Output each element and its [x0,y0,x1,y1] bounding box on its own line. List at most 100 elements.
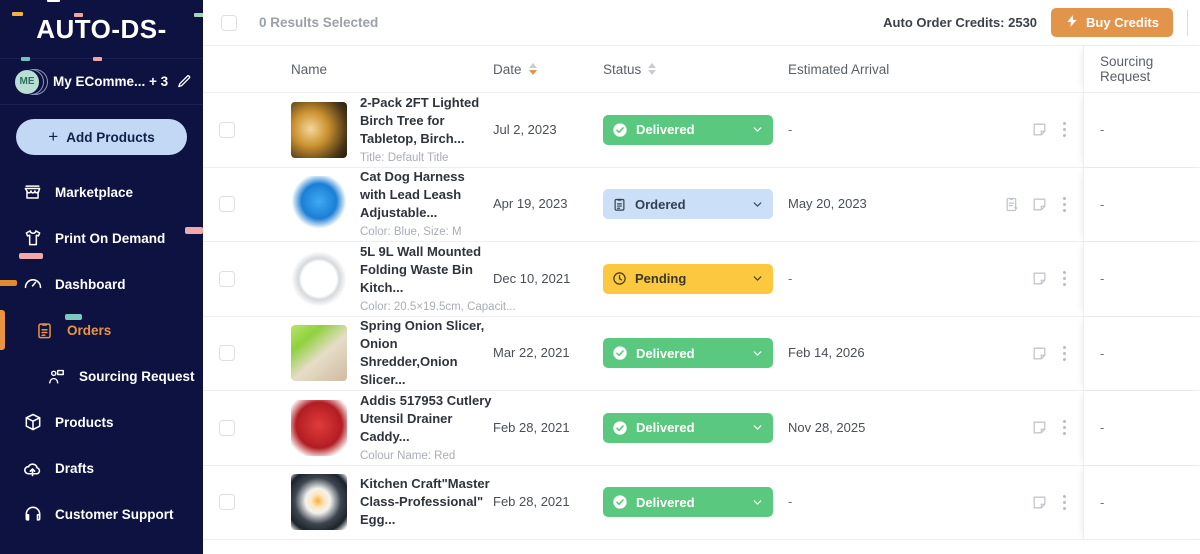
cloud-up-icon [22,458,43,479]
table-row[interactable]: Cat Dog Harness with Lead Leash Adjustab… [203,167,1200,242]
select-all-checkbox[interactable] [221,14,237,31]
row-actions [988,416,1083,439]
table-row[interactable]: 2-Pack 2FT Lighted Birch Tree for Tablet… [203,93,1200,168]
sourcing-request-value: - [1100,345,1105,361]
note-icon[interactable] [1031,494,1048,511]
waste-bin-thumbnail [291,250,347,307]
status-sort-toggle[interactable] [648,63,657,75]
product-cell: Addis 517953 Cutlery Utensil Drainer Cad… [250,392,493,464]
order-date-cell: Jul 2, 2023 [493,121,603,139]
status-badge[interactable]: Delivered [603,114,773,145]
row-checkbox[interactable] [218,494,235,511]
add-products-button[interactable]: + Add Products [16,119,187,155]
sourcing-request-cell: - [1083,391,1200,465]
sidebar-item-products[interactable]: Products [0,399,203,445]
note-icon[interactable] [1031,345,1048,362]
store-icon [22,182,43,203]
box-icon [22,412,43,433]
row-actions [988,118,1083,141]
sidebar-item-orders[interactable]: Orders [0,307,203,353]
chevron-down-icon [751,272,764,285]
table-row[interactable]: Spring Onion Slicer, Onion Shredder,Onio… [203,316,1200,391]
note-icon[interactable] [1031,270,1048,287]
row-checkbox[interactable] [218,345,235,362]
status-label: Delivered [636,494,695,510]
kebab-icon[interactable] [1058,416,1071,439]
table-row[interactable]: 5L 9L Wall Mounted Folding Waste Bin Kit… [203,242,1200,317]
bolt-icon [1065,14,1079,31]
egg-pan-thumbnail [291,474,347,531]
date-sort-toggle[interactable] [528,63,537,75]
row-checkbox-cell [203,345,250,362]
product-cell: 2-Pack 2FT Lighted Birch Tree for Tablet… [250,94,493,166]
product-variant: Colour Name: Red [360,449,456,462]
status-badge[interactable]: Delivered [603,487,773,518]
product-cell: 5L 9L Wall Mounted Folding Waste Bin Kit… [250,243,516,315]
status-cell: Ordered [603,189,788,220]
brand-logo[interactable]: AUTO-DS- [0,0,203,61]
chevron-down-icon [751,421,764,434]
auto-order-icon[interactable] [1004,196,1021,213]
estimated-arrival-cell: Nov 28, 2025 [788,419,988,437]
product-title: 5L 9L Wall Mounted Folding Waste Bin Kit… [360,243,482,295]
product-title: Spring Onion Slicer, Onion Shredder,Onio… [360,318,485,388]
buy-credits-button[interactable]: Buy Credits [1051,8,1173,37]
kebab-icon[interactable] [1058,118,1071,141]
sidebar-item-drafts[interactable]: Drafts [0,445,203,491]
row-checkbox-cell [203,494,250,511]
sourcing-request-value: - [1100,196,1105,212]
status-badge[interactable]: Delivered [603,338,773,369]
sidebar-item-dashboard[interactable]: Dashboard [0,261,203,307]
note-icon[interactable] [1031,196,1048,213]
sidebar-item-customer-support[interactable]: Customer Support [0,491,203,537]
status-label: Delivered [636,420,695,436]
header-sourcing-request: Sourcing Request [1083,46,1200,92]
order-date: Jul 2, 2023 [493,121,557,137]
sidebar-item-print-on-demand[interactable]: Print On Demand [0,215,203,261]
sidebar-item-label: Drafts [55,460,95,476]
note-icon[interactable] [1031,121,1048,138]
table-row[interactable]: Kitchen Craft"Master Class-Professional"… [203,465,1200,540]
product-title: Kitchen Craft"Master Class-Professional"… [360,476,490,528]
add-products-label: Add Products [66,129,155,145]
auto-order-credits-label: Auto Order Credits: 2530 [883,15,1038,30]
row-checkbox[interactable] [218,270,235,287]
row-checkbox[interactable] [218,196,235,213]
toolbar-divider [1187,9,1188,36]
kebab-icon[interactable] [1058,491,1071,514]
header-status[interactable]: Status [603,62,788,77]
status-badge[interactable]: Delivered [603,412,773,443]
header-date[interactable]: Date [493,62,603,77]
account-switcher[interactable]: ME My EComme... + 3 [0,59,203,105]
product-variant: Color: Blue, Size: M [360,226,462,239]
note-icon[interactable] [1031,419,1048,436]
orders-table-body: 2-Pack 2FT Lighted Birch Tree for Tablet… [203,93,1200,554]
row-actions [988,342,1083,365]
product-variant: Title: Default Title [360,151,449,164]
sidebar-item-sourcing-request[interactable]: Sourcing Request [0,353,203,399]
order-date: Mar 22, 2021 [493,345,570,361]
sidebar-item-marketplace[interactable]: Marketplace [0,169,203,215]
status-badge[interactable]: Ordered [603,189,773,220]
sourcing-icon [46,366,67,387]
kebab-icon[interactable] [1058,193,1071,216]
sourcing-request-cell: - [1083,93,1200,167]
sidebar-item-label: Dashboard [55,276,126,292]
logo-deco-4 [74,13,83,17]
logo-deco-3 [47,0,60,2]
row-checkbox[interactable] [218,121,235,138]
row-checkbox[interactable] [218,419,235,436]
table-header-row: Name Date Status Estimated Arrival Sourc… [203,45,1200,93]
status-label: Delivered [636,122,695,138]
sourcing-request-value: - [1100,271,1105,287]
sidebar-item-label: Products [55,414,114,430]
pencil-icon[interactable] [177,71,192,93]
estimated-arrival: May 20, 2023 [788,196,867,212]
row-checkbox-cell [203,419,250,436]
product-title: 2-Pack 2FT Lighted Birch Tree for Tablet… [360,94,480,146]
estimated-arrival: Nov 28, 2025 [788,419,866,435]
table-row[interactable]: Addis 517953 Cutlery Utensil Drainer Cad… [203,391,1200,466]
status-badge[interactable]: Pending [603,263,773,294]
kebab-icon[interactable] [1058,342,1071,365]
kebab-icon[interactable] [1058,267,1071,290]
